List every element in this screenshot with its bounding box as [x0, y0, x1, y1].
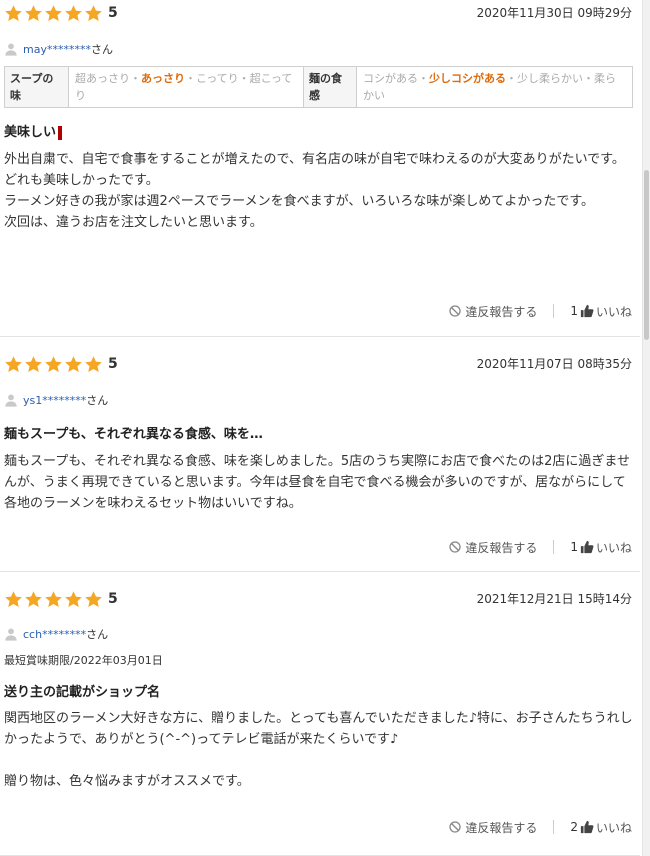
- review-title-text: 麺もスープも、それぞれ異なる食感、味を…: [4, 427, 263, 442]
- report-button[interactable]: 違反報告する: [449, 819, 537, 836]
- like-button[interactable]: 2 いいね: [570, 819, 632, 836]
- star-icon: [5, 4, 22, 21]
- report-button[interactable]: 違反報告する: [449, 539, 537, 556]
- star-icon: [45, 355, 62, 372]
- user-icon: [5, 394, 17, 407]
- review-body-line: 外出自粛で、自宅で食事をすることが増えたので、有名店の味が自宅で味わえるのが大変…: [4, 152, 625, 167]
- review-body-line: [4, 750, 636, 771]
- review-body-line: 関西地区のラーメン大好きな方に、贈りました。とっても喜んでいただきました♪特に、…: [4, 711, 633, 747]
- star-icon: [25, 355, 42, 372]
- star-icon: [85, 4, 102, 21]
- review-body-line: ラーメン好きの我が家は週2ペースでラーメンを食べますが、いろいろな味が楽しめてよ…: [4, 194, 595, 209]
- star-icon: [5, 590, 22, 607]
- review-item: 5 2020年11月07日 08時35分 ys1******** さん 麺もスー…: [0, 337, 640, 572]
- ban-icon: [449, 541, 461, 553]
- review-body: 外出自粛で、自宅で食事をすることが増えたので、有名店の味が自宅で味わえるのが大変…: [4, 149, 636, 233]
- review-title-text: 送り主の記載がショップ名: [4, 685, 161, 700]
- user-icon: [5, 628, 17, 641]
- reviewer: ys1******** さん: [4, 391, 108, 409]
- star-icon: [45, 590, 62, 607]
- like-count: 2: [570, 820, 578, 834]
- review-date: 2020年11月07日 08時35分: [476, 357, 632, 371]
- report-label: 違反報告する: [465, 304, 538, 319]
- scrollbar-thumb[interactable]: [644, 170, 649, 340]
- review-body-line: 贈り物は、色々悩みますがオススメです。: [4, 774, 250, 789]
- ban-icon: [449, 821, 461, 833]
- like-label: いいね: [595, 540, 632, 555]
- option-text: 超あっさり・: [75, 72, 141, 85]
- review-title: 美味しい: [4, 124, 63, 142]
- review-title: 送り主の記載がショップ名: [4, 684, 160, 702]
- reviewer: cch******** さん: [4, 625, 108, 643]
- review-date: 2021年12月21日 15時14分: [476, 592, 632, 606]
- honorific: さん: [86, 394, 109, 407]
- review-actions: 違反報告する 1 いいね: [449, 537, 632, 557]
- review-body-line: どれも美味しかったです。: [4, 173, 159, 188]
- thumbs-up-icon: [580, 820, 594, 834]
- star-icon: [65, 355, 82, 372]
- like-button[interactable]: 1 いいね: [570, 539, 632, 556]
- divider: [553, 820, 555, 834]
- review-header: 5 2020年11月07日 08時35分: [0, 351, 640, 379]
- star-icon: [45, 4, 62, 21]
- like-button[interactable]: 1 いいね: [570, 303, 632, 320]
- star-rating: [4, 353, 104, 375]
- honorific: さん: [90, 43, 113, 56]
- rating-score: 5: [108, 591, 118, 607]
- review-body-line: 麺もスープも、それぞれ異なる食感、味を楽しめました。5店のうち実際にお店で食べた…: [4, 454, 630, 511]
- review-title: 麺もスープも、それぞれ異なる食感、味を…: [4, 426, 263, 444]
- review-item: 5 2021年12月21日 15時14分 cch******** さん 最短賞味…: [0, 572, 640, 856]
- noodle-label: 麺の食感: [304, 67, 357, 107]
- divider: [553, 304, 555, 318]
- rating-score: 5: [108, 5, 118, 21]
- review-date: 2020年11月30日 09時29分: [476, 6, 632, 20]
- ban-icon: [449, 305, 461, 317]
- rating-score: 5: [108, 356, 118, 372]
- honorific: さん: [86, 628, 109, 641]
- reviewer-name-link[interactable]: ys1********: [23, 394, 86, 407]
- expiry-date: 最短賞味期限/2022年03月01日: [4, 654, 163, 667]
- star-icon: [85, 355, 102, 372]
- review-title-text: 美味しい: [4, 125, 57, 140]
- like-count: 1: [570, 540, 578, 554]
- star-icon: [5, 355, 22, 372]
- review-actions: 違反報告する 2 いいね: [449, 817, 632, 837]
- star-icon: [65, 4, 82, 21]
- user-icon: [5, 43, 17, 56]
- star-rating: [4, 588, 104, 610]
- review-header: 5 2021年12月21日 15時14分: [0, 586, 640, 614]
- divider: [553, 540, 555, 554]
- reviewer-name-link[interactable]: may********: [23, 43, 91, 56]
- thumbs-up-icon: [580, 540, 594, 554]
- review-actions: 違反報告する 1 いいね: [449, 301, 632, 321]
- scrollbar[interactable]: [642, 0, 650, 856]
- report-label: 違反報告する: [465, 540, 538, 555]
- selected-option: あっさり: [141, 72, 185, 85]
- report-label: 違反報告する: [465, 820, 538, 835]
- noodle-options: コシがある・少しコシがある・少し柔らかい・柔らかい: [357, 67, 632, 107]
- review-item: 5 2020年11月30日 09時29分 may******** さん スープの…: [0, 0, 640, 337]
- report-button[interactable]: 違反報告する: [449, 303, 537, 320]
- flag-mark: [58, 126, 63, 140]
- like-label: いいね: [595, 304, 632, 319]
- star-icon: [25, 4, 42, 21]
- review-body-line: 次回は、違うお店を注文したいと思います。: [4, 215, 263, 230]
- reviewer: may******** さん: [4, 40, 113, 58]
- like-label: いいね: [595, 820, 632, 835]
- selected-option: 少しコシがある: [429, 72, 506, 85]
- option-text: コシがある・: [363, 72, 429, 85]
- reviewer-name-link[interactable]: cch********: [23, 628, 86, 641]
- star-rating: [4, 2, 104, 24]
- review-header: 5 2020年11月30日 09時29分: [0, 0, 640, 28]
- star-icon: [25, 590, 42, 607]
- attribute-table: スープの味 超あっさり・あっさり・こってり・超こってり 麺の食感 コシがある・少…: [4, 66, 633, 108]
- star-icon: [85, 590, 102, 607]
- review-body: 麺もスープも、それぞれ異なる食感、味を楽しめました。5店のうち実際にお店で食べた…: [4, 451, 636, 514]
- review-body: 関西地区のラーメン大好きな方に、贈りました。とっても喜んでいただきました♪特に、…: [4, 708, 636, 792]
- soup-label: スープの味: [5, 67, 69, 107]
- thumbs-up-icon: [580, 304, 594, 318]
- soup-options: 超あっさり・あっさり・こってり・超こってり: [69, 67, 304, 107]
- star-icon: [65, 590, 82, 607]
- like-count: 1: [570, 304, 578, 318]
